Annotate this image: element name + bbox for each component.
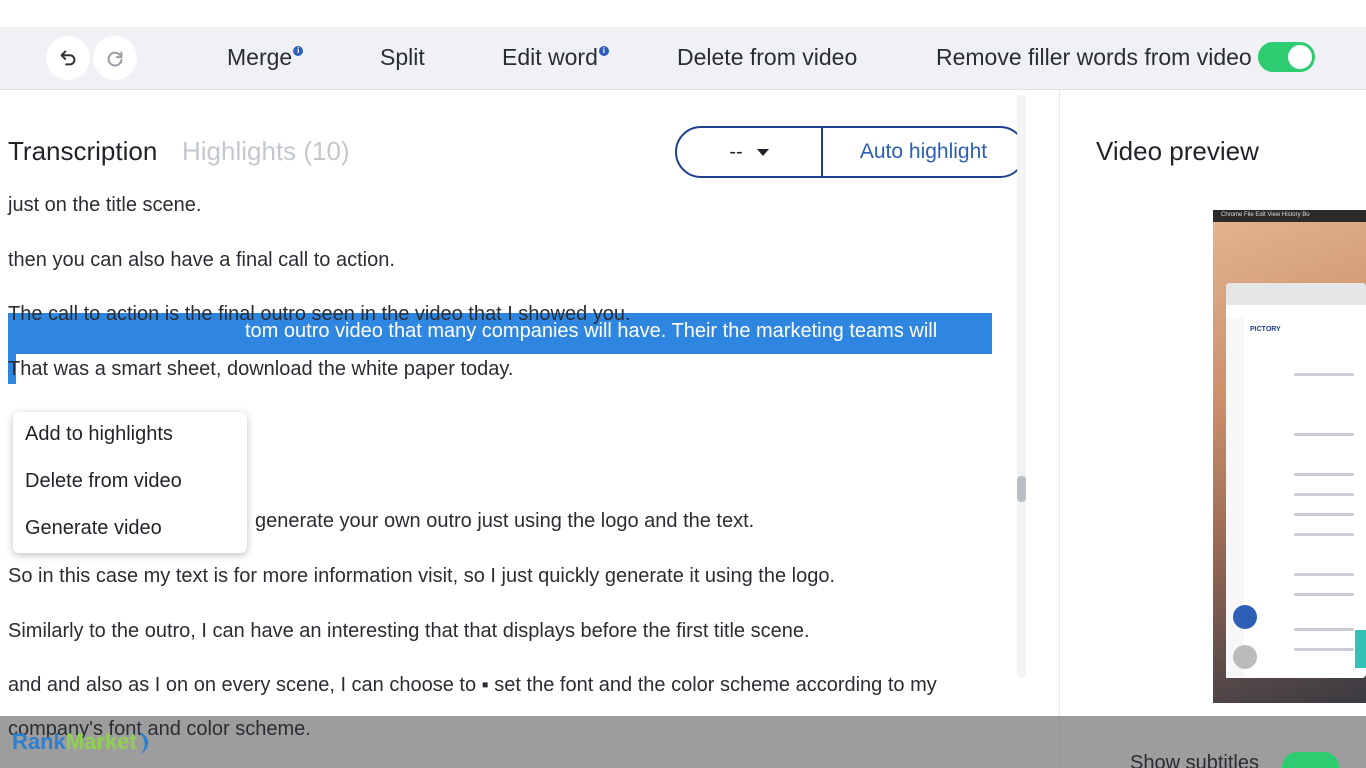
- highlight-select-value: --: [729, 140, 743, 163]
- transcript-scrollbar[interactable]: [1017, 95, 1026, 678]
- context-menu: Add to highlights Delete from video Gene…: [13, 412, 247, 553]
- transcript-line[interactable]: That was a smart sheet, download the whi…: [8, 358, 513, 381]
- menu-delete-from-video[interactable]: Delete from video: [25, 470, 182, 493]
- show-subtitles-toggle[interactable]: [1282, 752, 1339, 768]
- swoosh-icon: [138, 732, 148, 755]
- video-preview-title: Video preview: [1096, 136, 1259, 166]
- watermark-market: Market: [65, 729, 137, 754]
- preview-row: [1294, 513, 1354, 516]
- delete-from-video-button[interactable]: Delete from video: [677, 44, 857, 71]
- split-label: Split: [380, 44, 425, 70]
- split-button[interactable]: Split: [380, 44, 425, 71]
- tab-transcription[interactable]: Transcription: [8, 136, 157, 167]
- preview-row: [1294, 533, 1354, 536]
- show-subtitles-label: Show subtitles: [1130, 752, 1259, 768]
- preview-row: [1294, 373, 1354, 376]
- menu-generate-video[interactable]: Generate video: [25, 517, 162, 540]
- remove-filler-label: Remove filler words from video: [936, 44, 1252, 70]
- highlight-select[interactable]: --: [677, 128, 823, 176]
- transcript-line[interactable]: then you can also have a final call to a…: [8, 249, 395, 272]
- edit-toolbar: Merge i Split Edit word i Delete from vide…: [0, 27, 1366, 90]
- preview-record-icon: [1233, 645, 1257, 669]
- preview-row: [1294, 648, 1354, 651]
- preview-row: [1294, 493, 1354, 496]
- delete-from-video-label: Delete from video: [677, 44, 858, 70]
- preview-row: [1294, 593, 1354, 596]
- toggle-knob: [1288, 45, 1312, 69]
- transcript-line[interactable]: just on the title scene.: [8, 194, 201, 217]
- highlight-controls: -- Auto highlight: [675, 126, 1026, 178]
- edit-word-button[interactable]: Edit word i: [502, 44, 609, 71]
- menu-add-to-highlights[interactable]: Add to highlights: [25, 423, 173, 446]
- preview-row: [1294, 433, 1354, 436]
- info-icon: i: [293, 46, 304, 56]
- undo-button[interactable]: [46, 36, 90, 80]
- redo-icon: [107, 51, 123, 67]
- remove-filler-toggle[interactable]: [1258, 42, 1315, 72]
- merge-label: Merge: [227, 44, 293, 70]
- auto-highlight-button[interactable]: Auto highlight: [823, 128, 1024, 176]
- watermark-rank: Rank: [12, 729, 66, 754]
- preview-row: [1294, 628, 1354, 631]
- video-preview-player[interactable]: Chrome File Edit View History Bo PICTORY: [1213, 210, 1366, 703]
- transcript-line[interactable]: So in this case my text is for more info…: [8, 565, 835, 588]
- scrollbar-thumb[interactable]: [1017, 476, 1026, 502]
- transcript-line[interactable]: and and also as I on on every scene, I c…: [8, 674, 937, 697]
- transcript-line-selected[interactable]: tom outro video that many companies will…: [245, 320, 937, 343]
- transcript-line[interactable]: Similarly to the outro, I can have an in…: [8, 620, 810, 643]
- preview-row: [1294, 573, 1354, 576]
- tab-highlights[interactable]: Highlights (10): [182, 136, 350, 167]
- preview-menubar-text: Chrome File Edit View History Bo: [1221, 212, 1310, 218]
- pane-divider: [1059, 90, 1060, 768]
- edit-word-label: Edit word: [502, 44, 598, 70]
- preview-browser-bar: [1226, 283, 1366, 305]
- preview-chat-icon: [1233, 605, 1257, 629]
- transcript-line[interactable]: generate your own outro just using the l…: [255, 510, 754, 533]
- caret-down-icon: [756, 148, 769, 156]
- preview-brand: PICTORY: [1250, 326, 1281, 333]
- info-icon: i: [598, 46, 609, 56]
- merge-button[interactable]: Merge i: [227, 44, 304, 71]
- top-strip: [0, 0, 1366, 27]
- preview-row: [1294, 473, 1354, 476]
- preview-accent-bar: [1355, 630, 1366, 668]
- redo-button[interactable]: [93, 36, 137, 80]
- watermark-logo: RankMarket: [12, 729, 153, 756]
- preview-menubar: Chrome File Edit View History Bo: [1213, 210, 1366, 222]
- undo-icon: [60, 50, 76, 66]
